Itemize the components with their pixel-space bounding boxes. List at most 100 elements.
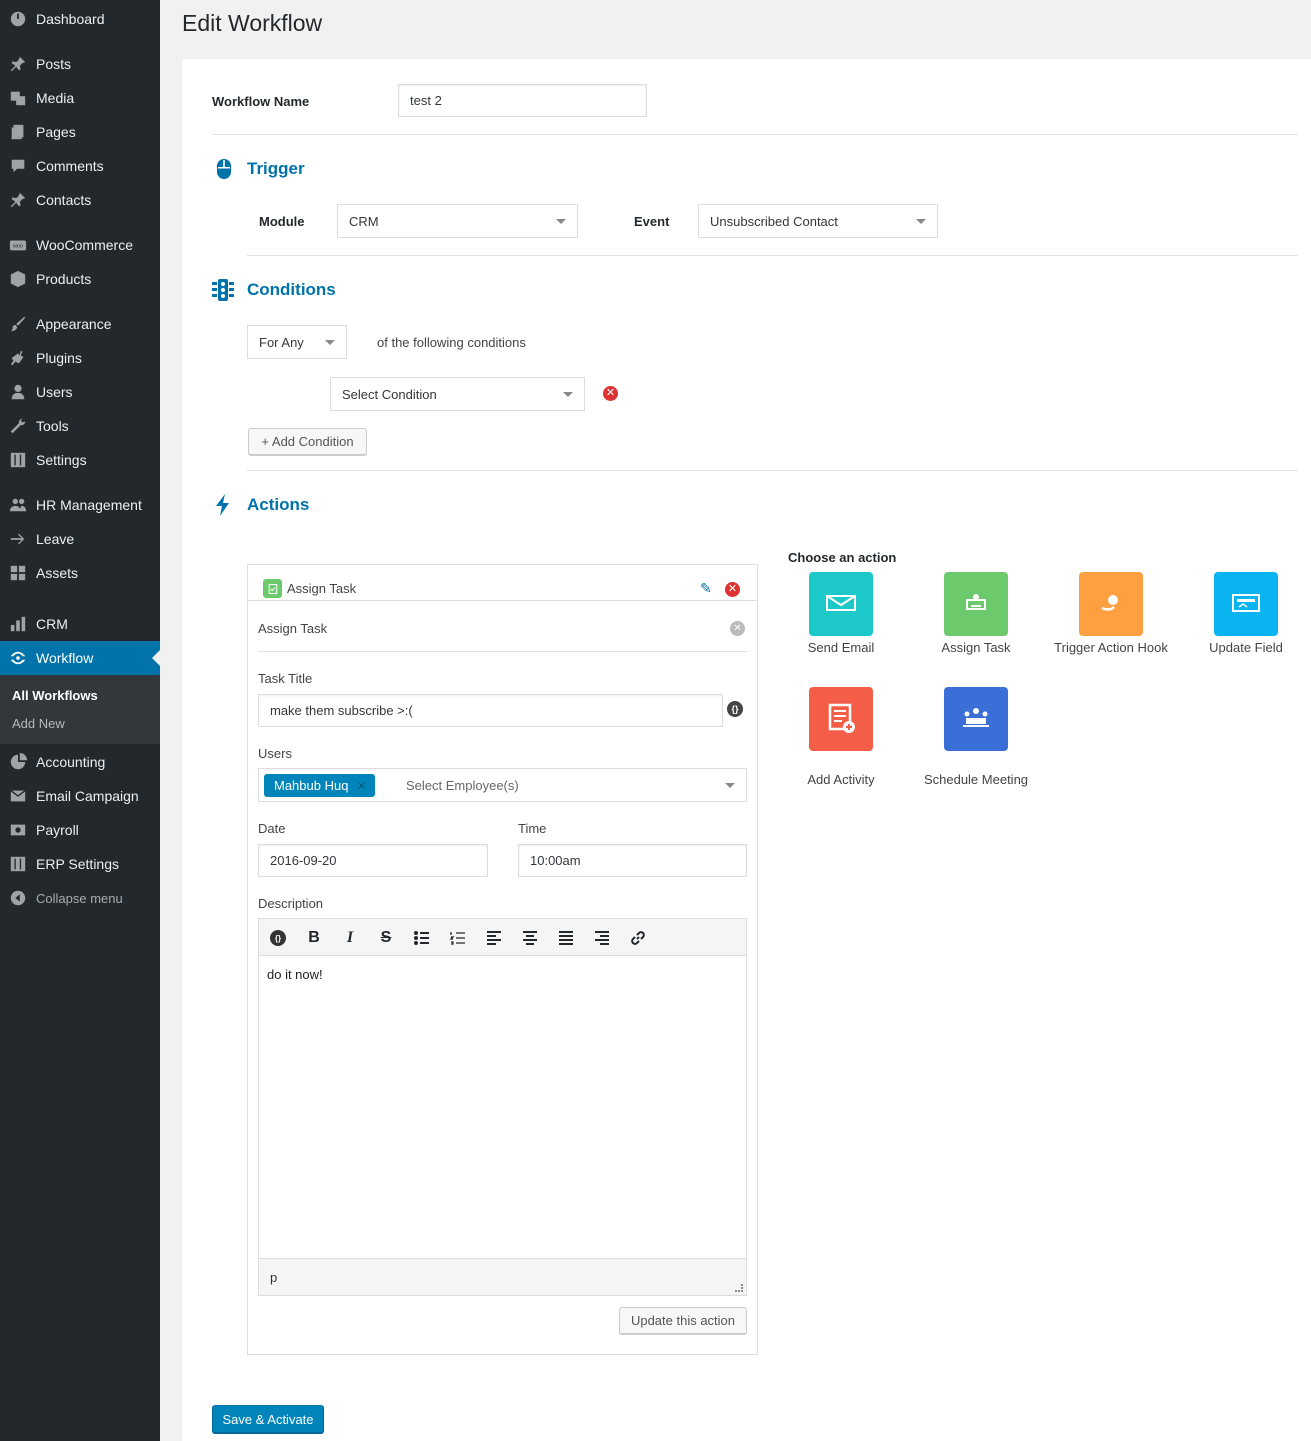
- menu-item-contacts[interactable]: Contacts: [0, 183, 160, 217]
- conditions-title: Conditions: [247, 280, 336, 299]
- menu-item-tools[interactable]: Tools: [0, 409, 160, 443]
- assign-task-label: Assign Task: [941, 640, 1011, 655]
- close-form-icon[interactable]: ✕: [730, 621, 745, 636]
- menu-item-media[interactable]: Media: [0, 81, 160, 115]
- date-input[interactable]: 2016-09-20: [258, 844, 488, 877]
- lightning-icon: [211, 493, 235, 517]
- menu-item-payroll[interactable]: Payroll: [0, 813, 160, 847]
- workflow-name-input[interactable]: test 2: [398, 84, 647, 117]
- menu-label: Email Campaign: [36, 788, 139, 804]
- menu-item-users[interactable]: Users: [0, 375, 160, 409]
- actions-title: Actions: [247, 495, 310, 514]
- module-select[interactable]: CRM: [337, 204, 578, 238]
- divider: [212, 134, 1298, 135]
- event-select[interactable]: Unsubscribed Contact: [698, 204, 938, 238]
- menu-label: Products: [36, 271, 92, 287]
- description-editor: {} B I S do it now! p: [258, 918, 747, 1296]
- menu-item-hr[interactable]: HR Management: [0, 488, 160, 522]
- action-form-subtitle: Assign Task: [258, 621, 328, 636]
- bold-icon[interactable]: B: [304, 928, 324, 948]
- condition-match-select[interactable]: For Any: [247, 325, 347, 359]
- align-right-icon[interactable]: [592, 928, 612, 948]
- menu-item-plugins[interactable]: Plugins: [0, 341, 160, 375]
- schedule-meeting-tile[interactable]: [944, 687, 1008, 751]
- menu-item-accounting[interactable]: Accounting: [0, 745, 160, 779]
- submenu-add-new[interactable]: Add New: [12, 716, 65, 731]
- italic-icon[interactable]: I: [340, 928, 360, 948]
- collapse-label: Collapse menu: [36, 890, 123, 906]
- menu-item-erp-settings[interactable]: ERP Settings: [0, 847, 160, 881]
- align-justify-icon[interactable]: [556, 928, 576, 948]
- menu-item-crm[interactable]: CRM: [0, 607, 160, 641]
- menu-label: Assets: [36, 565, 79, 581]
- submenu-all-workflows[interactable]: All Workflows: [12, 688, 98, 703]
- menu-item-leave[interactable]: Leave: [0, 522, 160, 556]
- sliders-icon: [0, 451, 36, 469]
- editor-content[interactable]: do it now!: [267, 967, 323, 982]
- box-icon: [0, 270, 36, 288]
- remove-tag-icon[interactable]: ✕: [356, 779, 366, 793]
- link-icon[interactable]: [628, 928, 648, 948]
- menu-label: Contacts: [36, 192, 92, 208]
- chevron-down-icon: [563, 391, 573, 397]
- email-icon: [0, 787, 36, 805]
- numbered-list-icon[interactable]: [448, 928, 468, 948]
- arrow-right-icon: [0, 530, 36, 548]
- pie-icon: [0, 753, 36, 771]
- menu-item-comments[interactable]: Comments: [0, 149, 160, 183]
- time-input[interactable]: 10:00am: [518, 844, 747, 877]
- strikethrough-icon[interactable]: S: [376, 928, 396, 948]
- menu-label: Plugins: [36, 350, 82, 366]
- menu-item-woocommerce[interactable]: woo WooCommerce: [0, 228, 160, 262]
- date-label: Date: [258, 821, 286, 836]
- send-email-tile[interactable]: [809, 572, 873, 636]
- align-left-icon[interactable]: [484, 928, 504, 948]
- description-label: Description: [258, 896, 324, 911]
- condition-select[interactable]: Select Condition: [330, 377, 585, 411]
- menu-label: Posts: [36, 56, 72, 72]
- menu-item-appearance[interactable]: Appearance: [0, 307, 160, 341]
- menu-item-dashboard[interactable]: Dashboard: [0, 2, 160, 36]
- delete-action-icon[interactable]: ✕: [725, 582, 740, 597]
- resize-handle-icon[interactable]: [735, 1284, 743, 1292]
- menu-label: CRM: [36, 616, 68, 632]
- condition-select-placeholder: Select Condition: [342, 386, 437, 402]
- send-email-label: Send Email: [807, 640, 875, 655]
- menu-item-products[interactable]: Products: [0, 262, 160, 296]
- users-label: Users: [258, 746, 292, 761]
- edit-pencil-icon[interactable]: ✎: [700, 580, 716, 596]
- update-field-tile[interactable]: [1214, 572, 1278, 636]
- menu-label: Workflow: [36, 650, 94, 666]
- pin-icon: [0, 55, 36, 73]
- menu-item-assets[interactable]: Assets: [0, 556, 160, 590]
- assign-task-tile[interactable]: [944, 572, 1008, 636]
- menu-item-email-campaign[interactable]: Email Campaign: [0, 779, 160, 813]
- menu-item-pages[interactable]: Pages: [0, 115, 160, 149]
- remove-condition-icon[interactable]: ✕: [603, 386, 618, 401]
- update-action-button[interactable]: Update this action: [619, 1307, 747, 1334]
- media-icon: [0, 89, 36, 107]
- editor-path: p: [270, 1270, 278, 1285]
- user-tag[interactable]: Mahbub Huq ✕: [264, 774, 375, 797]
- menu-label: WooCommerce: [36, 237, 133, 253]
- traffic-light-icon: [211, 278, 235, 302]
- mouse-icon: [212, 157, 236, 181]
- task-title-input[interactable]: make them subscribe >:(: [258, 694, 723, 727]
- collapse-menu-button[interactable]: Collapse menu: [0, 881, 160, 915]
- menu-item-posts[interactable]: Posts: [0, 47, 160, 81]
- users-placeholder: Select Employee(s): [406, 778, 519, 793]
- align-center-icon[interactable]: [520, 928, 540, 948]
- menu-item-workflow[interactable]: Workflow: [0, 641, 160, 675]
- workflow-icon: [0, 649, 36, 667]
- trigger-hook-tile[interactable]: [1079, 572, 1143, 636]
- insert-placeholder-icon[interactable]: {}: [727, 701, 743, 717]
- meeting-icon: [959, 701, 993, 738]
- page-title: Edit Workflow: [182, 10, 323, 36]
- menu-item-settings[interactable]: Settings: [0, 443, 160, 477]
- bullet-list-icon[interactable]: [412, 928, 432, 948]
- add-condition-button[interactable]: + Add Condition: [248, 428, 367, 455]
- add-activity-tile[interactable]: [809, 687, 873, 751]
- add-activity-label: Add Activity: [807, 772, 875, 787]
- placeholder-icon[interactable]: {}: [268, 928, 288, 948]
- save-activate-button[interactable]: Save & Activate: [212, 1405, 324, 1433]
